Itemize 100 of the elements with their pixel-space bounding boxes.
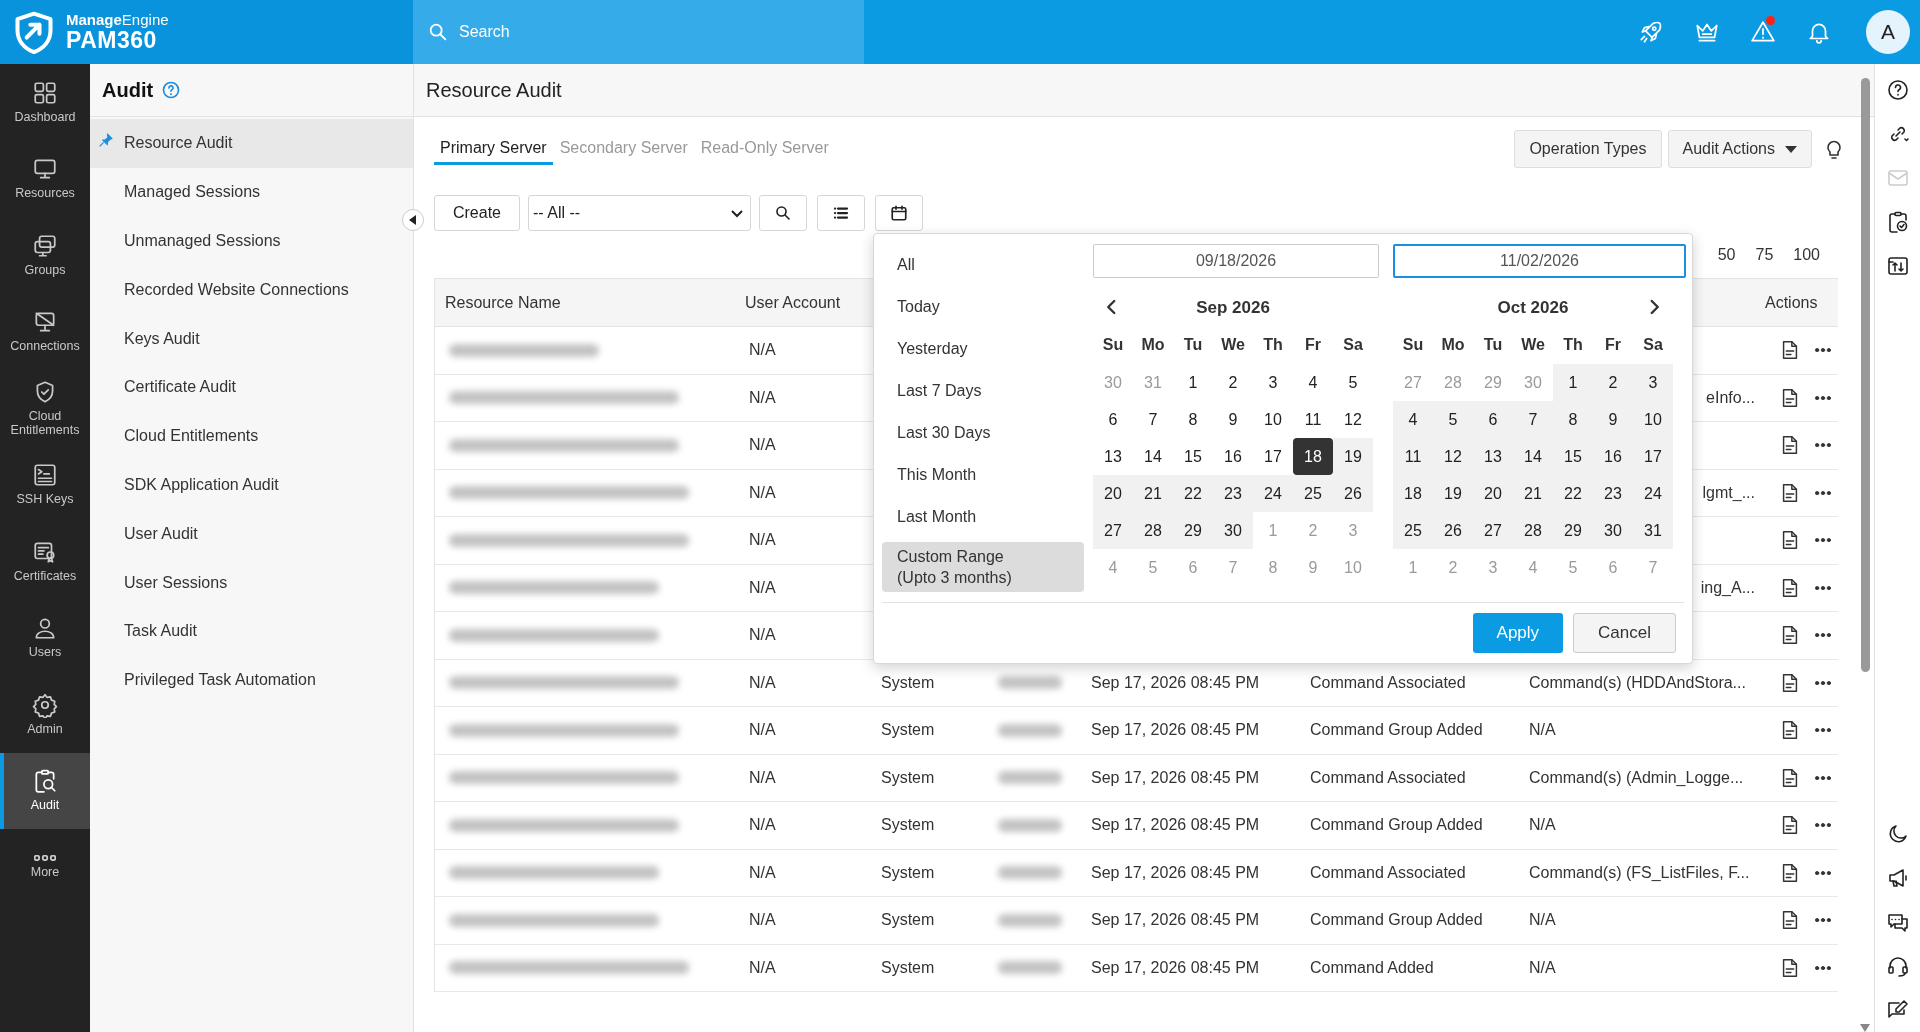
calendar-day[interactable]: 9	[1213, 401, 1253, 438]
calendar-day[interactable]: 30	[1213, 512, 1253, 549]
calendar-day[interactable]: 11	[1293, 401, 1333, 438]
scrollbar-thumb[interactable]	[1860, 78, 1870, 672]
page-size-option[interactable]: 75	[1755, 245, 1774, 264]
calendar-day[interactable]: 12	[1433, 438, 1473, 475]
calendar-day[interactable]: 5	[1333, 364, 1373, 401]
subnav-item[interactable]: Privileged Task Automation	[90, 655, 413, 705]
date-field[interactable]: 09/18/2026	[1093, 244, 1379, 278]
calendar-day[interactable]: 22	[1553, 475, 1593, 512]
calendar-day[interactable]: 13	[1473, 438, 1513, 475]
calendar-day[interactable]: 16	[1593, 438, 1633, 475]
calendar-day[interactable]: 18	[1393, 475, 1433, 512]
calendar-day[interactable]: 1	[1173, 364, 1213, 401]
subnav-item[interactable]: Recorded Website Connections	[90, 265, 413, 315]
filter-dropdown[interactable]: -- All --	[528, 195, 751, 231]
calendar-button[interactable]	[875, 195, 923, 231]
calendar-day[interactable]: 30	[1593, 512, 1633, 549]
date-field[interactable]: 11/02/2026	[1393, 244, 1686, 278]
calendar-day[interactable]: 31	[1633, 512, 1673, 549]
page-size-option[interactable]: 100	[1793, 245, 1820, 264]
more-icon[interactable]	[1815, 538, 1831, 543]
more-icon[interactable]	[1815, 490, 1831, 495]
subnav-item[interactable]: User Audit	[90, 509, 413, 559]
collapse-button[interactable]	[402, 209, 424, 231]
more-icon[interactable]	[1815, 633, 1831, 638]
calendar-day[interactable]: 15	[1173, 438, 1213, 475]
transfer-icon[interactable]	[1885, 254, 1910, 278]
more-icon[interactable]	[1815, 965, 1831, 970]
calendar-day[interactable]: 7	[1133, 401, 1173, 438]
warning-icon[interactable]	[1750, 19, 1776, 45]
calendar-day[interactable]: 19	[1433, 475, 1473, 512]
calendar-day[interactable]: 10	[1633, 401, 1673, 438]
calendar-day[interactable]: 28	[1133, 512, 1173, 549]
nav-item[interactable]: Audit	[0, 752, 90, 829]
range-preset[interactable]: Today	[882, 286, 1084, 328]
nav-item[interactable]: Cloud Entitlements	[0, 370, 90, 447]
server-tab[interactable]: Primary Server	[434, 133, 553, 165]
calendar-day[interactable]: 12	[1333, 401, 1373, 438]
calendar-day[interactable]: 24	[1633, 475, 1673, 512]
subnav-item[interactable]: Managed Sessions	[90, 167, 413, 217]
calendar-day[interactable]: 14	[1133, 438, 1173, 475]
nav-item[interactable]: Users	[0, 599, 90, 676]
subnav-item[interactable]: SDK Application Audit	[90, 460, 413, 510]
nav-item[interactable]: Admin	[0, 676, 90, 753]
calendar-day[interactable]: 4	[1293, 364, 1333, 401]
audit-actions-button[interactable]: Audit Actions	[1667, 130, 1812, 168]
calendar-day[interactable]: 5	[1433, 401, 1473, 438]
calendar-day[interactable]: 16	[1213, 438, 1253, 475]
calendar-day[interactable]: 17	[1253, 438, 1293, 475]
calendar-day[interactable]: 24	[1253, 475, 1293, 512]
calendar-day[interactable]: 22	[1173, 475, 1213, 512]
rocket-icon[interactable]	[1638, 19, 1664, 45]
more-icon[interactable]	[1815, 395, 1831, 400]
calendar-day[interactable]: 25	[1393, 512, 1433, 549]
calendar-day[interactable]: 25	[1293, 475, 1333, 512]
calendar-day[interactable]: 6	[1473, 401, 1513, 438]
range-preset[interactable]: This Month	[882, 454, 1084, 496]
list-view-button[interactable]	[817, 195, 865, 231]
subnav-item[interactable]: Certificate Audit	[90, 363, 413, 412]
calendar-day[interactable]: 4	[1393, 401, 1433, 438]
more-icon[interactable]	[1815, 823, 1831, 828]
search-button[interactable]	[759, 195, 807, 231]
more-icon[interactable]	[1815, 775, 1831, 780]
headset-icon[interactable]	[1885, 954, 1910, 978]
nav-item[interactable]: Resources	[0, 140, 90, 217]
nav-item[interactable]: SSH Keys	[0, 446, 90, 523]
calendar-day[interactable]: 18	[1293, 438, 1333, 475]
help-icon[interactable]	[1885, 78, 1910, 102]
calendar-day[interactable]: 27	[1093, 512, 1133, 549]
nav-item[interactable]: Dashboard	[0, 64, 90, 141]
subnav-item[interactable]: Task Audit	[90, 606, 413, 656]
range-preset[interactable]: Last 7 Days	[882, 370, 1084, 412]
calendar-day[interactable]: 11	[1393, 438, 1433, 475]
more-icon[interactable]	[1815, 728, 1831, 733]
calendar-day[interactable]: 21	[1133, 475, 1173, 512]
scroll-down-icon[interactable]	[1860, 1024, 1870, 1032]
nav-item[interactable]: Connections	[0, 293, 90, 370]
calendar-day[interactable]: 28	[1513, 512, 1553, 549]
subnav-item[interactable]: User Sessions	[90, 558, 413, 607]
calendar-day[interactable]: 27	[1473, 512, 1513, 549]
nav-item[interactable]: Groups	[0, 217, 90, 294]
calendar-day[interactable]: 26	[1433, 512, 1473, 549]
calendar-day[interactable]: 6	[1093, 401, 1133, 438]
more-icon[interactable]	[1815, 918, 1831, 923]
calendar-day[interactable]: 2	[1213, 364, 1253, 401]
calendar-day[interactable]: 17	[1633, 438, 1673, 475]
range-preset[interactable]: All	[882, 244, 1084, 286]
more-icon[interactable]	[1815, 870, 1831, 875]
range-preset[interactable]: Last Month	[882, 496, 1084, 538]
range-preset[interactable]: Yesterday	[882, 328, 1084, 370]
calendar-day[interactable]: 9	[1593, 401, 1633, 438]
more-icon[interactable]	[1815, 443, 1831, 448]
calendar-day[interactable]: 20	[1093, 475, 1133, 512]
calendar-day[interactable]: 26	[1333, 475, 1373, 512]
more-icon[interactable]	[1815, 585, 1831, 590]
nav-item[interactable]: Certificates	[0, 523, 90, 600]
calendar-day[interactable]: 7	[1513, 401, 1553, 438]
calendar-day[interactable]: 21	[1513, 475, 1553, 512]
create-button[interactable]: Create	[434, 195, 520, 231]
